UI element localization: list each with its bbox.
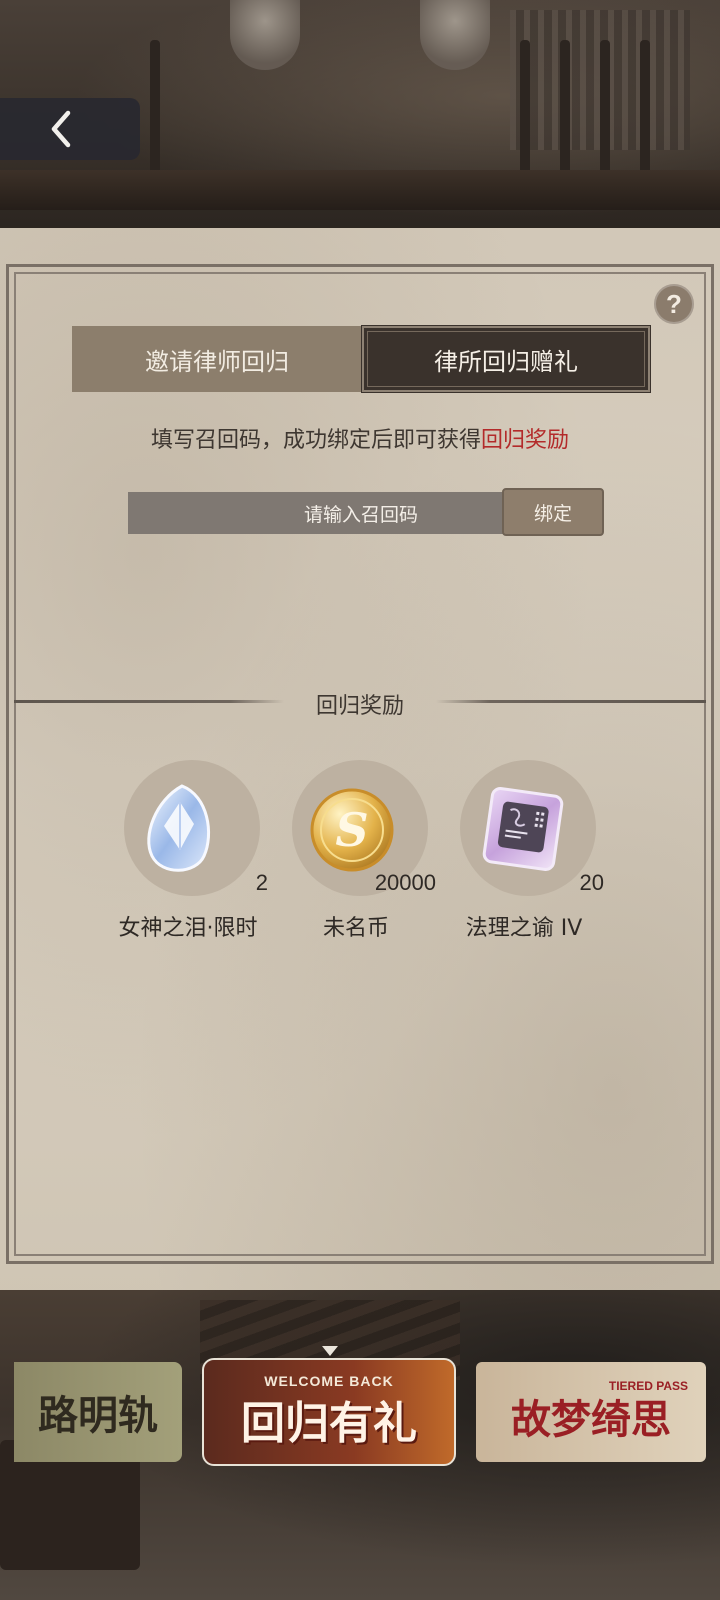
rail-decor xyxy=(600,40,610,190)
bind-button[interactable]: 绑定 xyxy=(502,488,604,536)
recall-code-input[interactable]: 请输入召回码 xyxy=(128,492,504,534)
banner-event-left[interactable]: 路明轨 xyxy=(14,1362,182,1462)
chevron-left-icon xyxy=(51,110,71,148)
rewards-title: 回归奖励 xyxy=(315,694,404,719)
back-button[interactable] xyxy=(0,98,140,160)
rail-decor xyxy=(150,40,160,190)
selected-indicator-icon xyxy=(322,1346,338,1356)
reward-name: 法理之谕 IV xyxy=(465,916,583,941)
chandelier-decor xyxy=(420,0,490,70)
instruction-text: 填写召回码，成功绑定后即可获得回归奖励 xyxy=(0,422,720,454)
reward-count: 20 xyxy=(579,870,604,895)
reward-item[interactable]: 20 法理之谕 IV xyxy=(444,760,604,960)
svg-text:S: S xyxy=(335,803,368,857)
rail-decor xyxy=(560,40,570,190)
banner-welcome-back[interactable]: WELCOME BACK 回归有礼 xyxy=(202,1358,456,1466)
tab-invite-lawyer[interactable]: 邀请律师回归 xyxy=(72,326,362,392)
card-chip-icon xyxy=(482,787,564,871)
reward-count: 2 xyxy=(255,870,268,895)
banner-title: 故梦绮思 xyxy=(511,1396,671,1443)
instruction-highlight: 回归奖励 xyxy=(481,428,570,453)
reward-item[interactable]: S 20000 未名币 xyxy=(276,760,436,960)
chandelier-decor xyxy=(230,0,300,70)
rail-decor xyxy=(520,40,530,190)
tab-return-gift[interactable]: 律所回归赠礼 xyxy=(361,325,651,393)
ledge-decor xyxy=(0,170,720,210)
rail-decor xyxy=(640,40,650,190)
instruction-main: 填写召回码，成功绑定后即可获得 xyxy=(150,428,481,453)
help-button[interactable]: ? xyxy=(654,284,694,324)
gold-coin-icon: S xyxy=(310,788,394,872)
tab-bar: 邀请律师回归 律所回归赠礼 xyxy=(72,325,651,393)
banner-title: 回归有礼 xyxy=(241,1398,417,1449)
reward-item[interactable]: 2 女神之泪·限时 xyxy=(108,760,268,960)
crystal-gem-icon xyxy=(147,784,211,872)
reward-count: 20000 xyxy=(374,870,436,895)
banner-tiered-pass[interactable]: TIERED PASS 故梦绮思 xyxy=(476,1362,706,1462)
banner-title: 路明轨 xyxy=(38,1392,158,1439)
